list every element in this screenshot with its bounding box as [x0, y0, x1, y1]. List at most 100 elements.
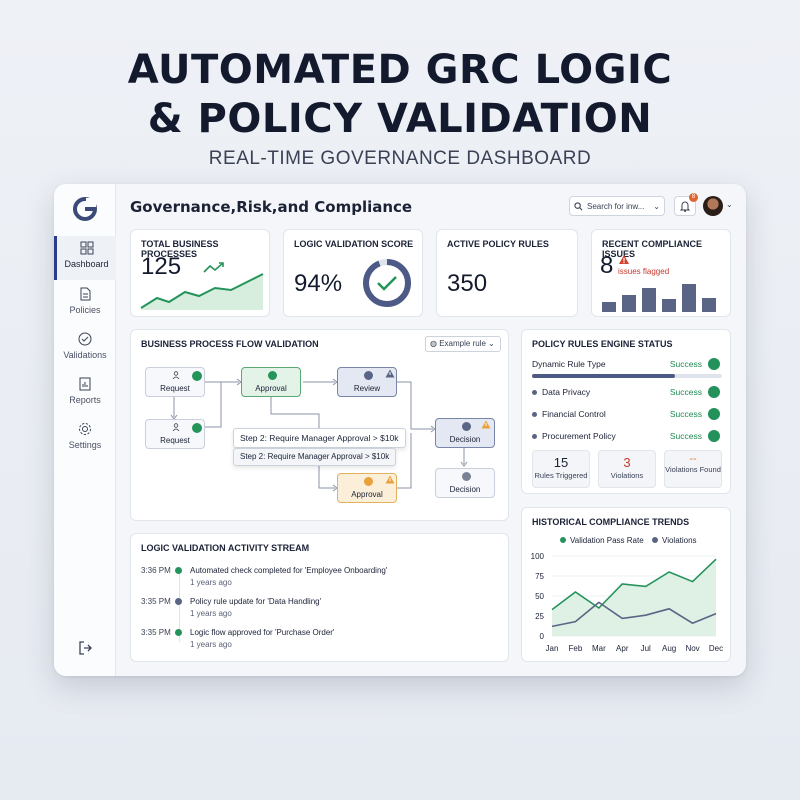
stat-violations-found[interactable]: -- Violations Found: [664, 450, 722, 488]
engine-row-status: Success: [669, 359, 702, 369]
stat-rules-triggered[interactable]: 15 Rules Triggered: [532, 450, 590, 488]
engine-row-label: Procurement Policy: [542, 431, 616, 441]
activity-row[interactable]: 3:35 PM Policy rule update for 'Data Han…: [141, 597, 498, 625]
bar-report-icon: [79, 377, 91, 391]
activity-time: 3:35 PM: [141, 597, 171, 606]
flow-node-label: Approval: [351, 490, 383, 499]
chevron-down-icon: ⌄: [653, 201, 660, 211]
engine-row-status: Success: [669, 409, 702, 419]
kpi-value: 8: [600, 252, 614, 279]
x-tick-label: Feb: [569, 644, 583, 653]
status-dot-icon: [175, 629, 182, 636]
search-placeholder: Search for inw...: [587, 201, 645, 211]
flow-tooltip-sub: Step 2: Require Manager Approval > $10k: [233, 448, 397, 466]
check-icon: [268, 371, 277, 380]
issues-note: issues flagged: [618, 267, 670, 276]
sidebar-item-label: Validations: [63, 350, 107, 360]
activity-row[interactable]: 3:35 PM Logic flow approved for 'Purchas…: [141, 628, 498, 656]
hero-title-line1: AUTOMATED GRC LOGIC: [127, 47, 673, 93]
score-gauge: [363, 259, 411, 307]
panel-title: LOGIC VALIDATION ACTIVITY STREAM: [141, 543, 310, 553]
document-icon: [80, 287, 91, 301]
flow-validation-panel: BUSINESS PROCESS FLOW VALIDATION ◍ Examp…: [130, 329, 509, 521]
y-tick-label: 0: [540, 632, 545, 641]
flow-node-label: Request: [160, 384, 190, 393]
check-circle-icon: [78, 332, 92, 346]
hero-subtitle: REAL-TIME GOVERNANCE DASHBOARD: [208, 148, 592, 169]
chevron-down-icon[interactable]: ⌄: [726, 200, 733, 209]
hero-title-line2: & POLICY VALIDATION: [147, 96, 653, 142]
warning-icon: [385, 475, 395, 484]
notifications-button[interactable]: 8: [674, 193, 698, 216]
stat-violations[interactable]: 3 Violations: [598, 450, 656, 488]
notification-badge: 8: [689, 193, 698, 202]
status-dot-icon: [175, 567, 182, 574]
kpi-compliance-issues[interactable]: RECENT COMPLIANCE ISSUES 8 issues flagge…: [591, 229, 731, 317]
flow-node-label: Decision: [449, 485, 481, 494]
engine-row-label: Data Privacy: [542, 387, 591, 397]
warning-icon: [385, 369, 395, 378]
activity-time: 3:35 PM: [141, 628, 171, 637]
check-icon: [364, 371, 373, 380]
activity-ago: 1 years ago: [190, 609, 232, 618]
sidebar-item-dashboard[interactable]: Dashboard: [54, 236, 116, 280]
x-tick-label: Dec: [709, 644, 723, 653]
stat-value: --: [689, 453, 697, 465]
x-tick-label: Aug: [662, 644, 676, 653]
y-tick-label: 25: [535, 612, 544, 621]
close-icon: [462, 472, 471, 481]
activity-row[interactable]: 3:36 PM Automated check completed for 'E…: [141, 566, 498, 594]
sidebar-item-reports[interactable]: Reports: [54, 372, 116, 416]
sidebar-item-settings[interactable]: Settings: [54, 417, 116, 461]
flow-tooltip: Step 2: Require Manager Approval > $10k: [233, 428, 406, 448]
stat-value: 15: [553, 455, 569, 470]
x-tick-label: Jul: [641, 644, 651, 653]
x-tick-label: Jan: [546, 644, 559, 653]
x-tick-label: Nov: [685, 644, 699, 653]
search-icon: [574, 201, 583, 210]
bullet-icon: [532, 390, 537, 395]
flow-node-label: Request: [160, 436, 190, 445]
kpi-title: LOGIC VALIDATION SCORE: [294, 239, 414, 249]
flow-node-decision[interactable]: Decision: [435, 468, 495, 498]
activity-ago: 1 years ago: [190, 640, 232, 649]
engine-row-procurement[interactable]: Procurement Policy Success: [532, 430, 720, 444]
sidebar-item-label: Reports: [69, 395, 101, 405]
app-logo[interactable]: [70, 194, 100, 224]
check-icon: [192, 423, 202, 433]
check-icon: [462, 422, 471, 431]
panel-title: POLICY RULES ENGINE STATUS: [532, 339, 673, 349]
bullet-icon: [532, 434, 537, 439]
stat-value: 3: [623, 455, 631, 470]
kpi-total-processes[interactable]: TOTAL BUSINESS PROCESSES 125: [130, 229, 270, 317]
stat-label: Rules Triggered: [534, 471, 588, 480]
logout-icon[interactable]: [77, 640, 93, 656]
sidebar-item-validations[interactable]: Validations: [54, 327, 116, 371]
engine-row-data-privacy[interactable]: Data Privacy Success: [532, 386, 720, 400]
kpi-value: 94%: [294, 270, 343, 297]
activity-time: 3:36 PM: [141, 566, 171, 575]
sidebar-item-policies[interactable]: Policies: [54, 282, 116, 326]
kpi-active-rules[interactable]: ACTIVE POLICY RULES 350: [436, 229, 578, 317]
issues-bars: [602, 284, 716, 312]
kpi-value: 350: [447, 270, 488, 297]
sidebar-item-label: Policies: [69, 305, 101, 315]
check-icon: [708, 358, 720, 370]
kpi-title: ACTIVE POLICY RULES: [447, 239, 549, 249]
avatar[interactable]: [703, 196, 723, 216]
sparkline: [140, 273, 264, 310]
app-window: Dashboard Policies Validations Reports S…: [54, 184, 746, 676]
sidebar-item-label: Dashboard: [64, 259, 109, 269]
engine-row-dynamic[interactable]: Dynamic Rule Type Success: [532, 358, 720, 372]
compliance-trends-panel: HISTORICAL COMPLIANCE TRENDS Validation …: [521, 507, 731, 662]
engine-row-status: Success: [669, 387, 702, 397]
check-icon: [192, 371, 202, 381]
search-input[interactable]: Search for inw... ⌄: [569, 196, 665, 216]
user-icon: [172, 423, 180, 431]
engine-row-financial[interactable]: Financial Control Success: [532, 408, 720, 422]
activity-message: Policy rule update for 'Data Handling': [190, 597, 322, 606]
y-tick-label: 100: [531, 552, 545, 561]
flow-node-approval[interactable]: Approval: [241, 367, 301, 397]
kpi-validation-score[interactable]: LOGIC VALIDATION SCORE 94%: [283, 229, 423, 317]
dynamic-rule-progress: [532, 374, 722, 378]
